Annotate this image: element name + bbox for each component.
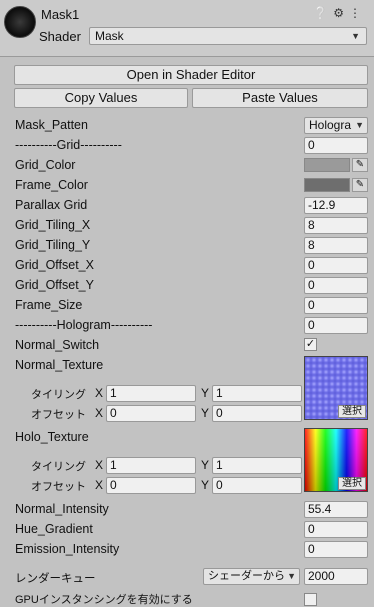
overflow-menu-icon[interactable]: ⋮ <box>349 6 366 20</box>
grid-offset-y-field[interactable]: 0 <box>304 277 368 294</box>
settings-icon[interactable]: ⚙ <box>333 6 349 20</box>
grid-color-swatch[interactable] <box>304 158 350 172</box>
shader-dropdown[interactable]: Mask ▼ <box>89 27 367 45</box>
holo-offset-y-field[interactable]: 0 <box>212 477 302 494</box>
shader-value: Mask <box>95 29 124 43</box>
hologram-header-field[interactable]: 0 <box>304 317 368 334</box>
offset-label: オフセット <box>31 481 86 493</box>
gpu-instancing-label: GPUインスタンシングを有効にする <box>15 594 193 606</box>
render-queue-mode-value: シェーダーから <box>208 570 285 582</box>
render-queue-label: レンダーキュー <box>15 573 96 585</box>
x-axis-label: X <box>95 478 104 492</box>
normal-tiling-y-field[interactable]: 1 <box>212 385 302 402</box>
grid-offset-x-field[interactable]: 0 <box>304 257 368 274</box>
eyedropper-icon[interactable]: ✎ <box>352 158 368 172</box>
copy-values-button[interactable]: Copy Values <box>14 88 188 108</box>
normal-switch-label: Normal_Switch <box>15 338 100 352</box>
grid-color-label: Grid_Color <box>15 158 76 172</box>
normal-switch-checkbox[interactable]: ✓ <box>304 338 317 351</box>
grid-header-field[interactable]: 0 <box>304 137 368 154</box>
normal-intensity-field[interactable]: 55.4 <box>304 501 368 518</box>
holo-offset-x-field[interactable]: 0 <box>106 477 196 494</box>
grid-section-label: ----------Grid---------- <box>15 138 122 152</box>
mask-patten-value: Hologra <box>309 118 352 132</box>
hue-gradient-field[interactable]: 0 <box>304 521 368 538</box>
normal-texture-slot[interactable]: 選択 <box>304 356 368 420</box>
frame-size-label: Frame_Size <box>15 298 83 312</box>
material-name: Mask1 <box>41 7 80 22</box>
normal-texture-label: Normal_Texture <box>15 358 104 372</box>
grid-tiling-x-field[interactable]: 8 <box>304 217 368 234</box>
gpu-instancing-checkbox[interactable] <box>304 593 317 606</box>
chevron-down-icon: ▼ <box>287 571 296 581</box>
mask-patten-label: Mask_Patten <box>15 118 88 132</box>
y-axis-label: Y <box>201 478 210 492</box>
grid-tiling-y-field[interactable]: 8 <box>304 237 368 254</box>
open-shader-editor-button[interactable]: Open in Shader Editor <box>14 65 368 85</box>
frame-size-field[interactable]: 0 <box>304 297 368 314</box>
material-header: Mask1 ❔⚙⋮ Shader Mask ▼ <box>0 0 374 57</box>
tiling-label: タイリング <box>31 461 86 473</box>
grid-tiling-y-label: Grid_Tiling_Y <box>15 238 91 252</box>
y-axis-label: Y <box>201 386 210 400</box>
normal-offset-y-field[interactable]: 0 <box>212 405 302 422</box>
hologram-section-label: ----------Hologram---------- <box>15 318 153 332</box>
mask-patten-dropdown[interactable]: Hologra ▼ <box>304 117 368 134</box>
render-queue-mode-dropdown[interactable]: シェーダーから ▼ <box>203 568 300 585</box>
emission-intensity-field[interactable]: 0 <box>304 541 368 558</box>
hue-gradient-label: Hue_Gradient <box>15 522 93 536</box>
holo-tiling-x-field[interactable]: 1 <box>106 457 196 474</box>
material-preview-thumbnail <box>4 6 36 38</box>
grid-offset-x-label: Grid_Offset_X <box>15 258 94 272</box>
x-axis-label: X <box>95 386 104 400</box>
select-texture-button[interactable]: 選択 <box>338 477 366 490</box>
paste-values-button[interactable]: Paste Values <box>192 88 368 108</box>
help-icon[interactable]: ❔ <box>313 6 333 20</box>
eyedropper-icon[interactable]: ✎ <box>352 178 368 192</box>
normal-tiling-x-field[interactable]: 1 <box>106 385 196 402</box>
normal-intensity-label: Normal_Intensity <box>15 502 109 516</box>
holo-tiling-y-field[interactable]: 1 <box>212 457 302 474</box>
emission-intensity-label: Emission_Intensity <box>15 542 120 556</box>
parallax-grid-field[interactable]: -12.9 <box>304 197 368 214</box>
frame-color-label: Frame_Color <box>15 178 88 192</box>
tiling-label: タイリング <box>31 389 86 401</box>
normal-offset-x-field[interactable]: 0 <box>106 405 196 422</box>
render-queue-field[interactable]: 2000 <box>304 568 368 585</box>
select-texture-button[interactable]: 選択 <box>338 405 366 418</box>
y-axis-label: Y <box>201 406 210 420</box>
y-axis-label: Y <box>201 458 210 472</box>
x-axis-label: X <box>95 458 104 472</box>
chevron-down-icon: ▼ <box>351 31 360 41</box>
x-axis-label: X <box>95 406 104 420</box>
grid-offset-y-label: Grid_Offset_Y <box>15 278 94 292</box>
grid-tiling-x-label: Grid_Tiling_X <box>15 218 91 232</box>
shader-label: Shader <box>39 29 81 44</box>
parallax-grid-label: Parallax Grid <box>15 198 88 212</box>
offset-label: オフセット <box>31 409 86 421</box>
frame-color-swatch[interactable] <box>304 178 350 192</box>
chevron-down-icon: ▼ <box>355 120 364 130</box>
holo-texture-slot[interactable]: 選択 <box>304 428 368 492</box>
header-icons: ❔⚙⋮ <box>313 6 366 20</box>
holo-texture-label: Holo_Texture <box>15 430 89 444</box>
